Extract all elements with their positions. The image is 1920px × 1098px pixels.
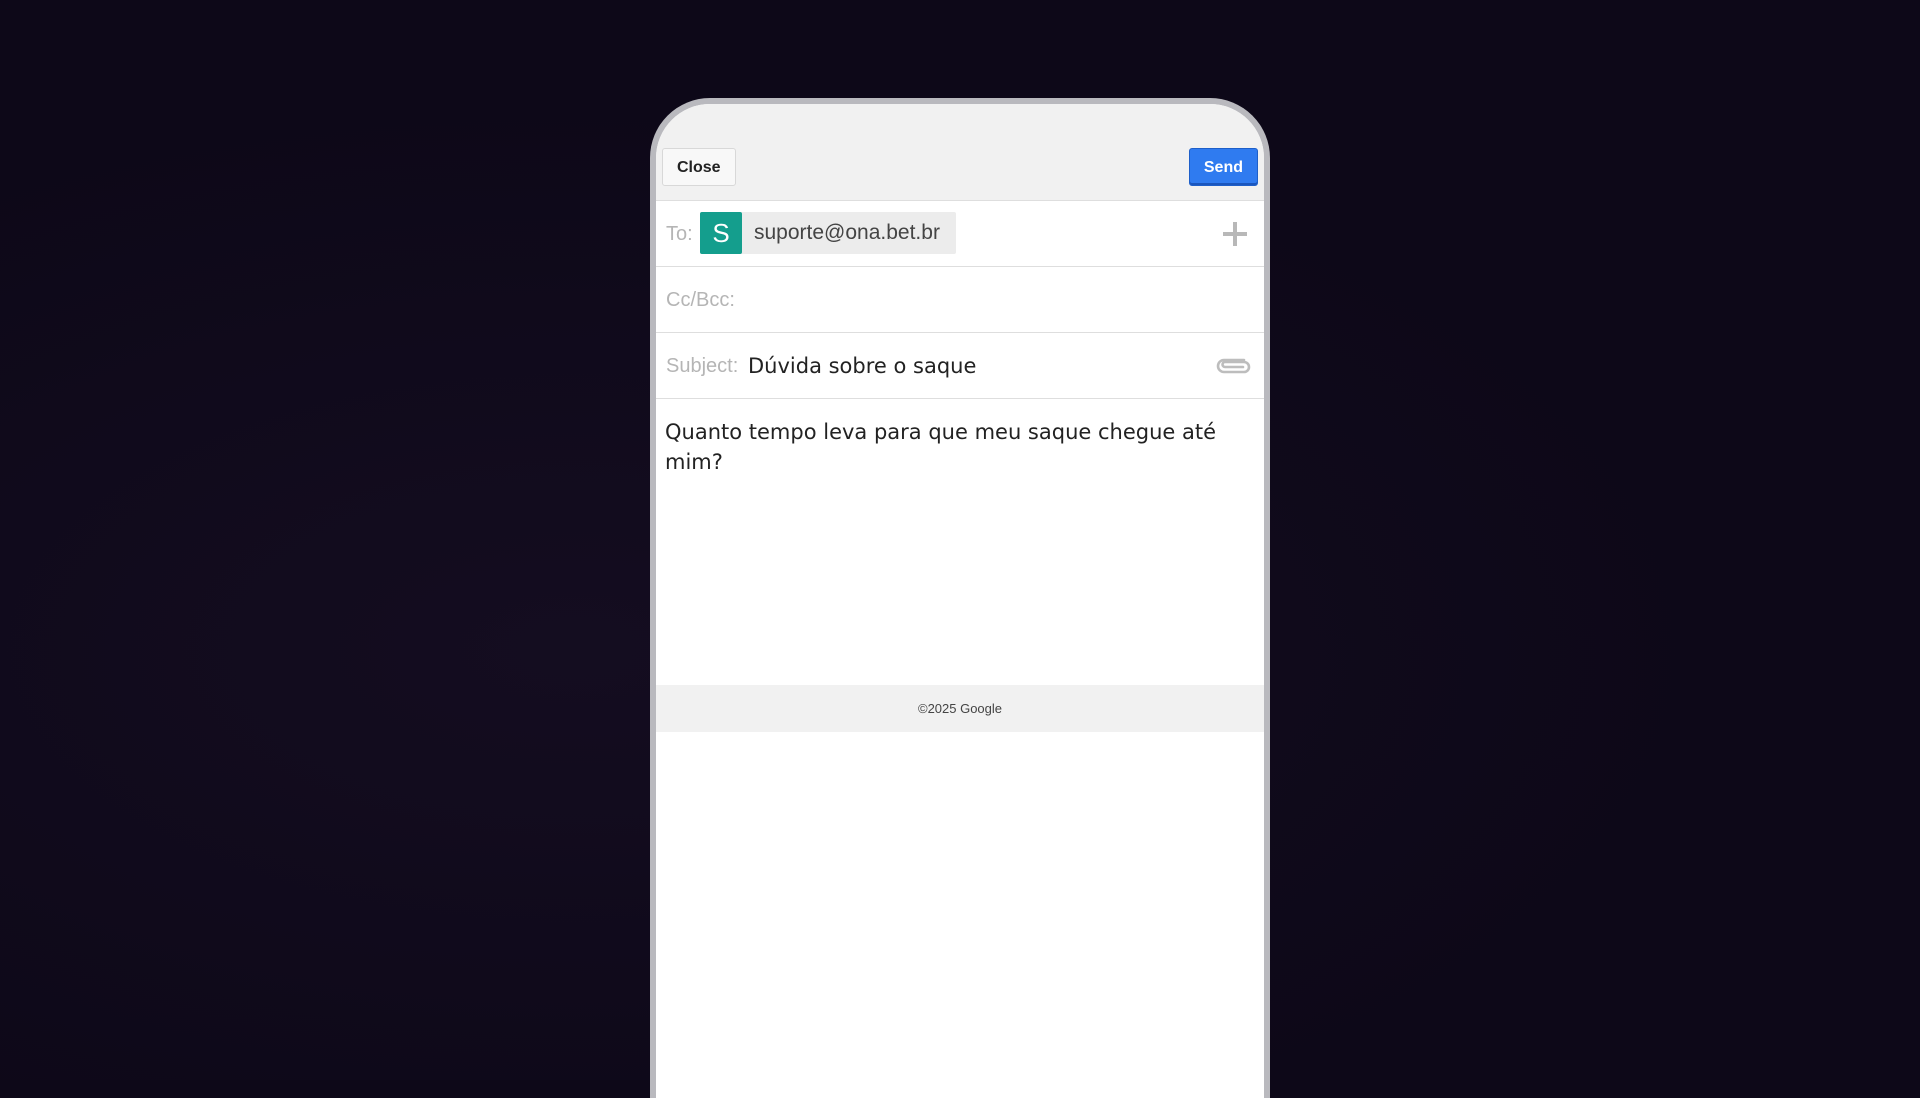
send-button[interactable]: Send — [1188, 148, 1258, 186]
phone-frame: Close Send To: S suporte@ona.bet.br Cc/B… — [650, 98, 1270, 1098]
recipient-email: suporte@ona.bet.br — [754, 221, 940, 244]
paperclip-icon[interactable] — [1214, 353, 1252, 379]
recipient-chip[interactable]: S suporte@ona.bet.br — [700, 212, 956, 254]
message-body[interactable]: Quanto tempo leva para que meu saque che… — [665, 417, 1261, 657]
subject-field[interactable]: Subject: Dúvida sobre o saque — [656, 333, 1264, 399]
footer: ©2025 Google — [656, 685, 1264, 732]
plus-icon[interactable] — [1220, 219, 1250, 249]
cc-bcc-field[interactable]: Cc/Bcc: — [656, 267, 1264, 333]
cc-bcc-label: Cc/Bcc: — [666, 289, 735, 311]
compose-toolbar: Close Send — [656, 104, 1264, 201]
subject-value[interactable]: Dúvida sobre o saque — [748, 354, 976, 378]
to-field[interactable]: To: S suporte@ona.bet.br — [656, 201, 1264, 267]
close-button[interactable]: Close — [662, 148, 736, 186]
copyright-text: ©2025 Google — [917, 701, 1003, 716]
to-label: To: — [666, 223, 693, 245]
recipient-avatar: S — [700, 212, 742, 254]
subject-label: Subject: — [666, 355, 739, 377]
